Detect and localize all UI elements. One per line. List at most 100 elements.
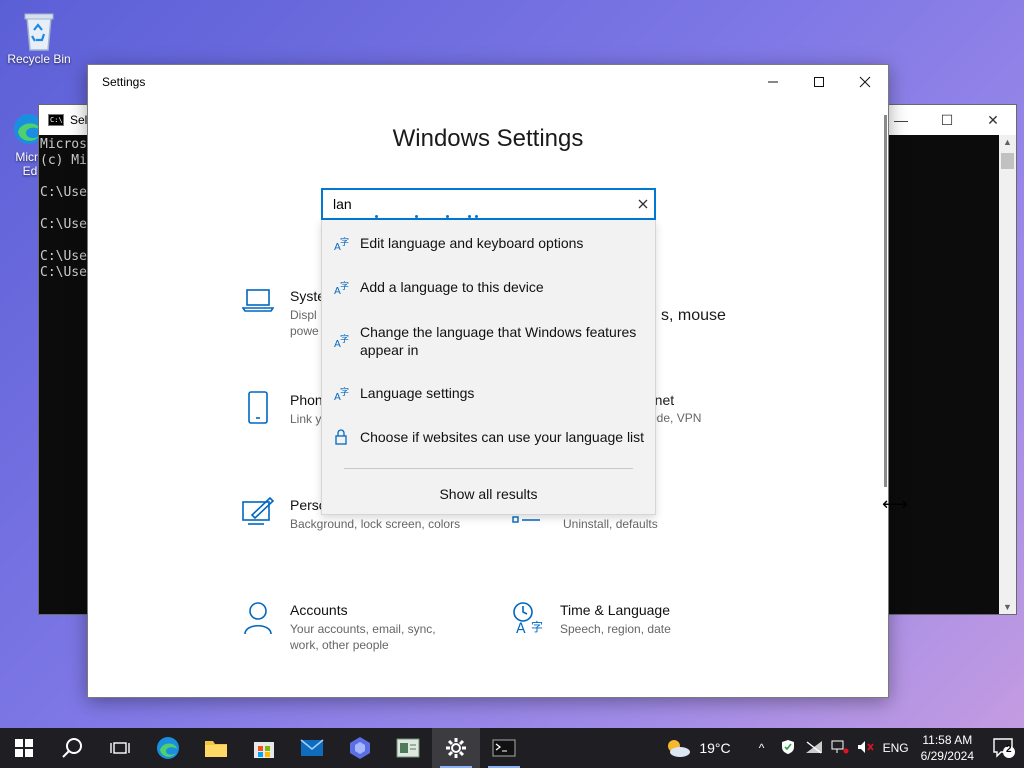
category-network[interactable]: rnet ode, VPN	[650, 391, 701, 425]
console-line: C:\Use	[40, 249, 87, 264]
volume-muted-icon[interactable]	[854, 740, 878, 757]
network-disabled-icon[interactable]	[802, 740, 826, 757]
suggestion-item[interactable]: Choose if websites can use your language…	[322, 428, 655, 448]
store-button[interactable]	[240, 728, 288, 768]
system-tray: 19°C ^ ENG 11:58 AM 6/29/2024 2	[665, 728, 1024, 768]
person-icon	[242, 601, 290, 641]
category-network-title: rnet	[650, 392, 675, 408]
category-system[interactable]: Syste Displ powe	[241, 287, 326, 339]
maximize-icon	[814, 77, 824, 87]
category-phone-title: Phon	[290, 392, 323, 408]
control-panel-button[interactable]	[384, 728, 432, 768]
edge-taskbar-button[interactable]	[144, 728, 192, 768]
svg-text:字: 字	[340, 236, 349, 248]
apps-icon	[512, 516, 540, 523]
svg-text:字: 字	[340, 386, 349, 398]
taskbar: 19°C ^ ENG 11:58 AM 6/29/2024 2	[0, 728, 1024, 768]
start-button[interactable]	[0, 728, 48, 768]
category-phone[interactable]: Phon Link y	[242, 391, 323, 431]
settings-window[interactable]: Settings Windows Settings Syste Displ po…	[87, 64, 889, 698]
svg-text:字: 字	[531, 619, 543, 634]
console-maximize-button[interactable]: ☐	[924, 112, 970, 129]
suggestion-item[interactable]: A字 Edit language and keyboard options	[322, 234, 655, 254]
suggestion-item[interactable]: A字 Add a language to this device	[322, 278, 655, 298]
category-system-desc: Displ powe	[290, 308, 319, 338]
terminal-taskbar-button[interactable]	[480, 728, 528, 768]
console-line: (c) Mi	[40, 153, 87, 168]
notification-count: 2	[1006, 744, 1012, 755]
folder-icon	[205, 741, 227, 757]
mail-button[interactable]	[288, 728, 336, 768]
console-line: C:\Use	[40, 217, 87, 232]
task-view-icon	[110, 742, 130, 754]
search-input[interactable]	[323, 196, 623, 212]
recycle-bin-label: Recycle Bin	[7, 52, 71, 66]
weather-widget[interactable]: 19°C	[665, 738, 731, 758]
language-icon: A字	[322, 278, 360, 298]
recycle-bin-shortcut[interactable]: Recycle Bin	[1, 8, 77, 66]
category-accounts[interactable]: Accounts Your accounts, email, sync, wor…	[242, 601, 450, 653]
copilot-button[interactable]	[336, 728, 384, 768]
svg-text:字: 字	[340, 280, 349, 292]
maximize-button[interactable]	[796, 65, 842, 99]
phone-icon	[242, 391, 290, 431]
resize-cursor-icon: ⟷	[882, 494, 908, 514]
mail-icon	[300, 739, 324, 756]
category-apps-desc: Uninstall, defaults	[563, 517, 658, 531]
store-icon	[254, 742, 274, 758]
console-line: C:\Use	[40, 185, 87, 200]
category-accounts-title: Accounts	[290, 602, 348, 618]
minimize-button[interactable]	[750, 65, 796, 99]
scroll-up-icon[interactable]: ▲	[999, 137, 1016, 147]
scroll-down-icon[interactable]: ▼	[999, 602, 1016, 612]
suggestion-label: Change the language that Windows feature…	[360, 324, 637, 358]
category-system-title: Syste	[290, 288, 326, 304]
settings-scrollbar[interactable]	[884, 115, 887, 487]
show-all-results-link[interactable]: Show all results	[322, 486, 655, 502]
settings-taskbar-button[interactable]	[432, 728, 480, 768]
network-icon[interactable]	[828, 740, 852, 757]
search-suggestions: A字 Edit language and keyboard options A字…	[321, 220, 656, 515]
settings-titlebar[interactable]: Settings	[88, 65, 888, 99]
windows-logo-icon	[15, 739, 33, 757]
suggestion-item[interactable]: A字 Change the language that Windows feat…	[322, 323, 655, 359]
weather-temp: 19°C	[699, 740, 731, 756]
svg-text:字: 字	[340, 333, 349, 345]
settings-window-title: Settings	[102, 75, 146, 89]
cmd-icon	[492, 739, 516, 757]
console-close-button[interactable]: ✕	[970, 112, 1016, 129]
language-icon: A字	[322, 323, 360, 351]
category-time-language-title: Time & Language	[560, 602, 670, 618]
clear-search-icon[interactable]	[638, 196, 648, 212]
close-icon	[859, 76, 871, 88]
suggestion-label: Add a language to this device	[360, 279, 544, 295]
category-time-language-desc: Speech, region, date	[560, 622, 671, 636]
close-button[interactable]	[842, 65, 888, 99]
chevron-up-icon[interactable]: ^	[750, 741, 774, 755]
search-box[interactable]	[321, 188, 656, 220]
notifications-button[interactable]: 2	[984, 728, 1024, 768]
lock-icon	[322, 428, 360, 448]
edge-icon	[157, 737, 179, 759]
console-scrollbar[interactable]: ▲ ▼	[999, 135, 1016, 614]
console-scroll-thumb[interactable]	[1001, 153, 1014, 169]
search-icon	[62, 738, 82, 758]
security-shield-icon[interactable]	[776, 739, 800, 758]
personalization-icon	[242, 496, 290, 536]
input-language[interactable]: ENG	[880, 741, 912, 755]
category-personalization-desc: Background, lock screen, colors	[290, 517, 461, 531]
clock-time: 11:58 AM	[922, 733, 973, 747]
minimize-icon	[768, 81, 778, 83]
recycle-bin-icon	[19, 8, 59, 51]
file-explorer-button[interactable]	[192, 728, 240, 768]
page-title: Windows Settings	[392, 125, 584, 152]
suggestion-item[interactable]: A字 Language settings	[322, 384, 655, 404]
console-line: C:\Use	[40, 265, 87, 280]
partly-cloudy-icon	[668, 740, 691, 757]
category-time-language[interactable]: A字 Time & Language Speech, region, date	[512, 601, 671, 641]
task-view-button[interactable]	[96, 728, 144, 768]
time-language-icon: A字	[512, 601, 560, 641]
cmd-icon: C:\	[48, 114, 64, 126]
search-button[interactable]	[48, 728, 96, 768]
clock[interactable]: 11:58 AM 6/29/2024	[921, 732, 974, 764]
